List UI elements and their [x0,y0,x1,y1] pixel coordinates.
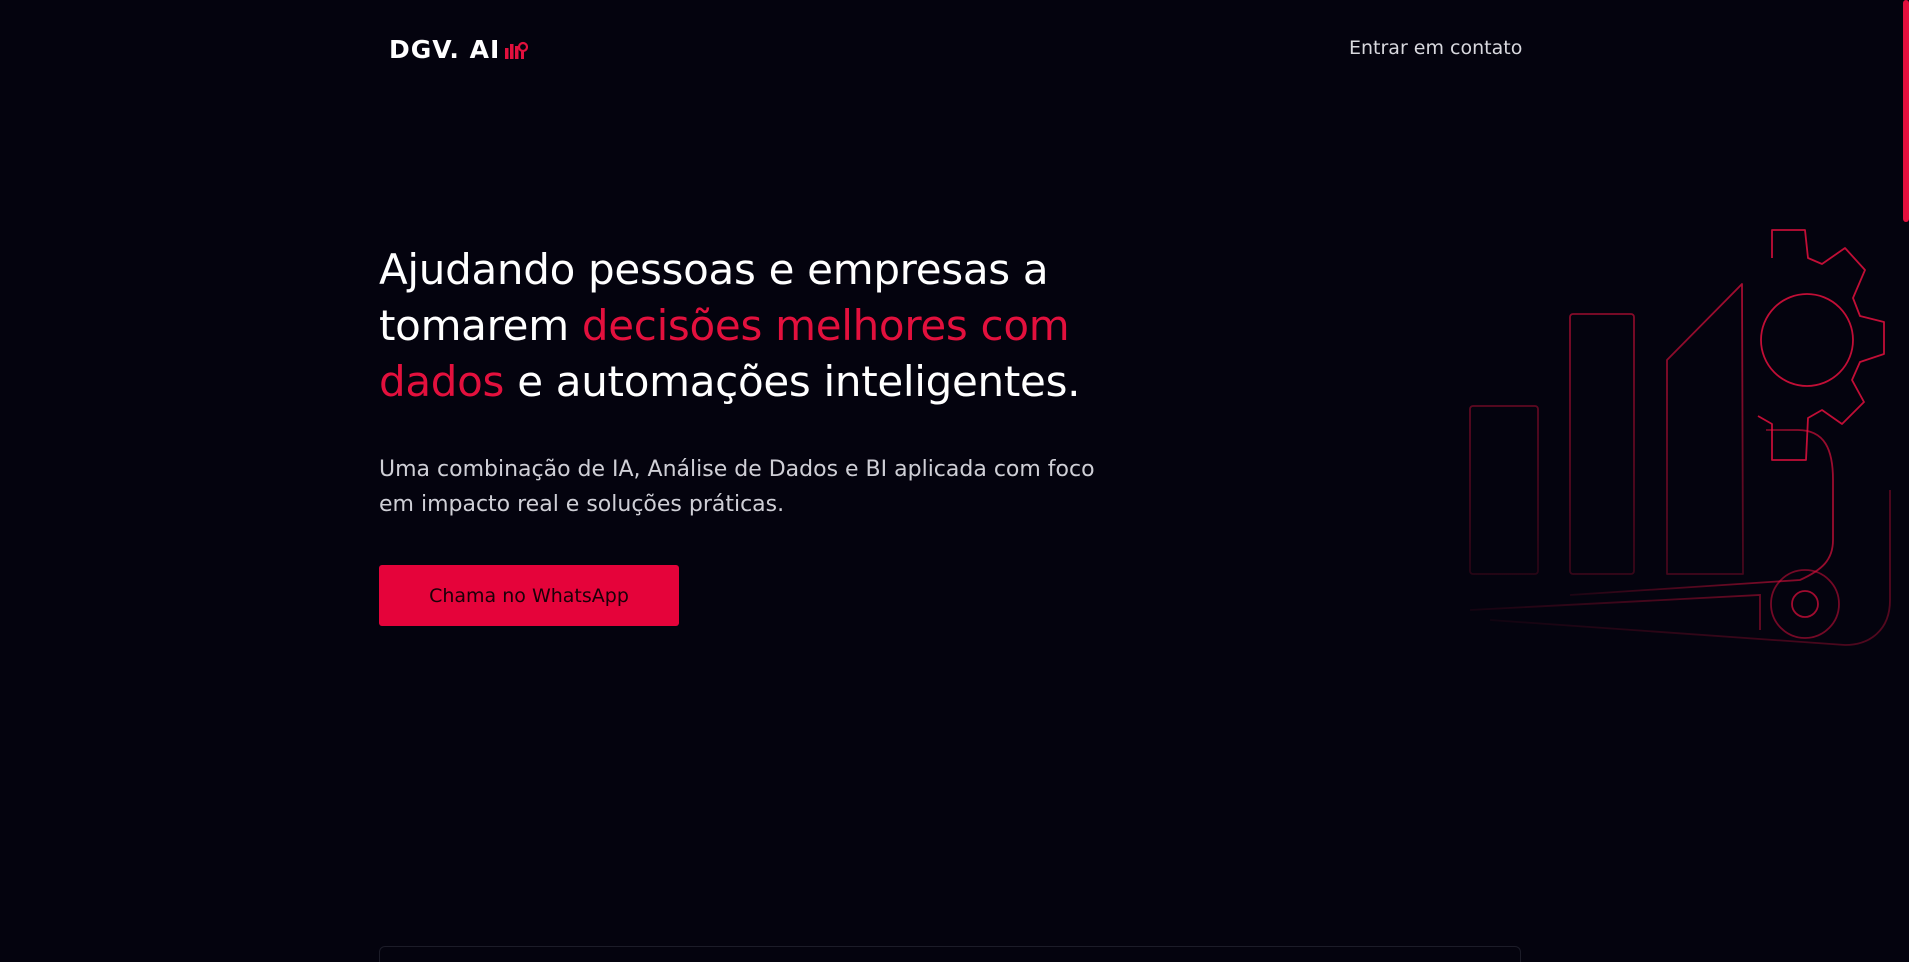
scrollbar-thumb[interactable] [1903,0,1909,222]
chart-gear-icon [505,41,529,59]
next-section-card [379,946,1521,962]
bar-chart-gear-icon [1469,229,1891,646]
scrollbar[interactable] [1901,0,1909,962]
logo[interactable]: DGV. AI [389,35,529,64]
hero-title: Ajudando pessoas e empresas a tomarem de… [379,242,1139,410]
site-header: DGV. AI Entrar em contato [0,0,1909,100]
hero-subtitle: Uma combinação de IA, Análise de Dados e… [379,457,1095,517]
contact-link[interactable]: Entrar em contato [1349,35,1522,61]
whatsapp-button[interactable]: Chama no WhatsApp [379,565,679,626]
logo-text: DGV. AI [389,35,501,64]
hero-title-part2: e automações inteligentes. [504,357,1081,406]
